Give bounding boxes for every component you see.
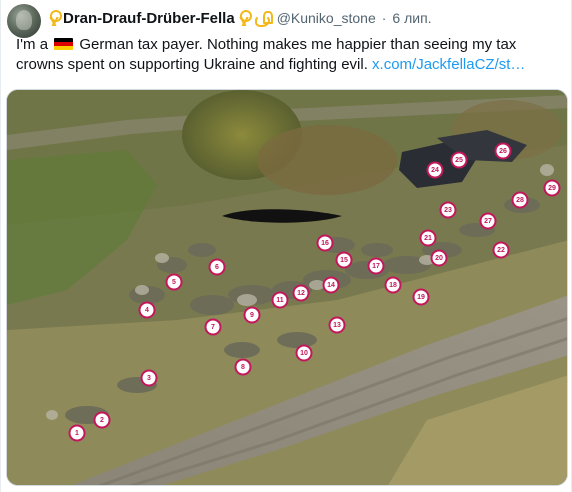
marker-29: 29: [543, 179, 561, 197]
marker-label: 29: [548, 185, 556, 192]
marker-label: 23: [444, 207, 452, 214]
marker-label: 5: [172, 279, 176, 286]
marker-16: 16: [316, 234, 334, 252]
tweet-media-image[interactable]: 1 2 3 4 5 6 7 8 9 10 11 12 13 14 15 16 17 18 19 20 21 22 23 24 2…: [6, 89, 568, 486]
display-name[interactable]: Dran-Drauf-Drüber-Fella: [63, 10, 235, 27]
marker-25: 25: [450, 151, 468, 169]
marker-11: 11: [271, 291, 289, 309]
marker-20: 20: [430, 249, 448, 267]
marker-4: 4: [138, 301, 156, 319]
tweet-text: I'm a German tax payer. Nothing makes me…: [16, 35, 561, 74]
marker-18: 18: [384, 276, 402, 294]
marker-13: 13: [328, 316, 346, 334]
marker-24: 24: [426, 161, 444, 179]
marker-9: 9: [243, 306, 261, 324]
marker-14: 14: [322, 276, 340, 294]
yellow-ribbon-icon: [48, 10, 62, 26]
marker-label: 21: [424, 235, 432, 242]
marker-7: 7: [204, 318, 222, 336]
marker-10: 10: [295, 344, 313, 362]
marker-label: 22: [497, 247, 505, 254]
marker-label: 11: [276, 297, 284, 304]
marker-label: 27: [484, 218, 492, 225]
marker-21: 21: [419, 229, 437, 247]
bush-brown: [257, 125, 397, 195]
marker-label: 9: [250, 312, 254, 319]
marker-label: 17: [372, 263, 380, 270]
marker-label: 3: [147, 375, 151, 382]
user-handle[interactable]: @Kuniko_stone: [277, 10, 376, 26]
marker-19: 19: [412, 288, 430, 306]
marker-22: 22: [492, 241, 510, 259]
aerial-photo: 1234567891011121314151617181920212223242…: [7, 90, 567, 485]
marker-26: 26: [494, 142, 512, 160]
marker-6: 6: [208, 258, 226, 276]
marker-label: 1: [75, 430, 79, 437]
separator-dot: ·: [381, 10, 387, 26]
marker-label: 6: [215, 264, 219, 271]
tweet-date[interactable]: 6 лип.: [392, 10, 431, 26]
marker-label: 20: [435, 255, 443, 262]
bicep-icon: [254, 10, 273, 27]
marker-17: 17: [367, 257, 385, 275]
marker-1: 1: [68, 424, 86, 442]
marker-28: 28: [511, 191, 529, 209]
marker-27: 27: [479, 212, 497, 230]
tweet-header: Dran-Drauf-Drüber-Fella @Kuniko_stone · …: [48, 8, 432, 28]
tweet-link[interactable]: x.com/JackfellaCZ/st…: [372, 56, 525, 73]
marker-23: 23: [439, 201, 457, 219]
marker-3: 3: [140, 369, 158, 387]
tweet-text-part1: I'm a: [16, 36, 49, 53]
marker-label: 10: [300, 350, 308, 357]
tweet-card[interactable]: Dran-Drauf-Drüber-Fella @Kuniko_stone · …: [0, 0, 572, 492]
avatar[interactable]: [7, 4, 41, 38]
marker-8: 8: [234, 358, 252, 376]
marker-label: 26: [499, 148, 507, 155]
marker-label: 16: [321, 240, 329, 247]
marker-label: 18: [389, 282, 397, 289]
marker-label: 13: [333, 322, 341, 329]
marker-label: 15: [340, 257, 348, 264]
marker-label: 19: [417, 294, 425, 301]
marker-label: 25: [455, 157, 463, 164]
marker-label: 24: [431, 167, 439, 174]
marker-12: 12: [292, 284, 310, 302]
marker-5: 5: [165, 273, 183, 291]
marker-15: 15: [335, 251, 353, 269]
marker-label: 7: [211, 324, 215, 331]
marker-2: 2: [93, 411, 111, 429]
marker-label: 4: [145, 307, 149, 314]
yellow-ribbon-icon: [238, 10, 252, 26]
marker-label: 28: [516, 197, 524, 204]
marker-label: 12: [297, 290, 305, 297]
marker-label: 14: [327, 282, 335, 289]
german-flag-icon: [54, 38, 74, 50]
marker-label: 2: [100, 417, 104, 424]
marker-label: 8: [241, 364, 245, 371]
